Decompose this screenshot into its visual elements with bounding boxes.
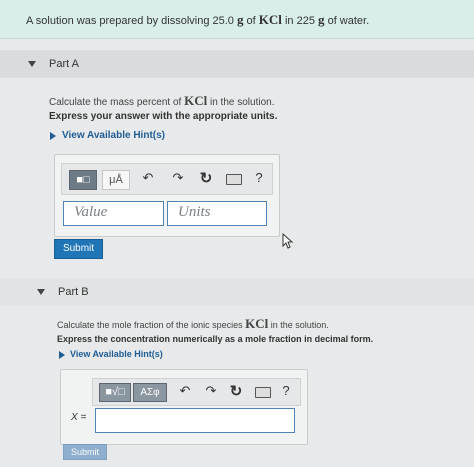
problem-statement-banner: A solution was prepared by dissolving 25… [0,0,474,39]
units-field[interactable]: Units [167,201,267,226]
problem-statement: A solution was prepared by dissolving 25… [26,12,369,28]
part-a-instruction: Express your answer with the appropriate… [49,111,278,122]
problem-text-in: in 225 [284,15,315,27]
part-b-submit-button[interactable]: Submit [63,444,107,460]
expand-triangle-icon [50,132,56,140]
unit-grams: g [236,12,244,27]
formula-kcl: KCl [258,12,282,27]
mole-fraction-label: X = [71,412,87,423]
question-text-end: in the solution. [270,320,329,330]
template-button[interactable]: ■√□ [99,383,131,402]
template-button[interactable]: ■□ [69,170,97,190]
keyboard-icon[interactable] [255,387,271,398]
question-text: Calculate the mass percent of [49,97,182,108]
reset-icon[interactable]: ↻ [198,169,214,187]
part-a-question: Calculate the mass percent of KCl in the… [49,93,274,109]
expand-triangle-icon [59,351,65,359]
help-icon[interactable]: ? [279,383,293,398]
value-field[interactable]: Value [63,201,164,226]
part-a-label: Part A [49,58,79,70]
redo-icon[interactable]: ↷ [203,383,219,399]
undo-icon[interactable]: ↶ [177,383,193,399]
mole-fraction-field[interactable] [95,408,295,433]
question-text-end: in the solution. [209,97,275,108]
question-text: Calculate the mole fraction of the ionic… [57,320,243,330]
keyboard-icon[interactable] [226,174,242,185]
mouse-cursor-icon [282,233,294,249]
part-b-label: Part B [58,286,89,298]
formula-kcl: KCl [245,316,269,331]
problem-text-water: of water. [327,15,370,27]
part-b-toolbar: ■√□ ΑΣφ ↶ ↷ ↻ ? [92,378,301,406]
formula-kcl: KCl [184,93,208,108]
units-placeholder: Units [178,204,211,220]
problem-text-start: A solution was prepared by dissolving 25… [26,15,234,27]
part-a-header[interactable]: Part A [0,50,474,78]
part-b-instruction: Express the concentration numerically as… [57,334,374,344]
redo-icon[interactable]: ↷ [170,170,186,186]
unit-grams-2: g [318,12,325,27]
collapse-triangle-icon[interactable] [37,289,45,295]
value-placeholder: Value [74,204,108,220]
reset-icon[interactable]: ↻ [228,382,244,400]
part-a-toolbar: ■□ μÅ ↶ ↷ ↻ ? [61,163,273,195]
hint-label[interactable]: View Available Hint(s) [62,130,165,141]
part-b-answer-panel: ■√□ ΑΣφ ↶ ↷ ↻ ? X = [60,369,308,445]
part-b-question: Calculate the mole fraction of the ionic… [57,316,329,332]
help-icon[interactable]: ? [252,170,266,185]
undo-icon[interactable]: ↶ [140,170,156,186]
greek-symbols-button[interactable]: ΑΣφ [133,383,167,402]
collapse-triangle-icon[interactable] [28,61,36,67]
problem-text-of: of [246,15,256,27]
hint-label[interactable]: View Available Hint(s) [70,349,163,359]
part-a-submit-button[interactable]: Submit [54,239,103,259]
part-a-answer-panel: ■□ μÅ ↶ ↷ ↻ ? Value Units [54,154,280,237]
units-button[interactable]: μÅ [102,170,130,190]
part-b-header[interactable]: Part B [0,278,474,306]
